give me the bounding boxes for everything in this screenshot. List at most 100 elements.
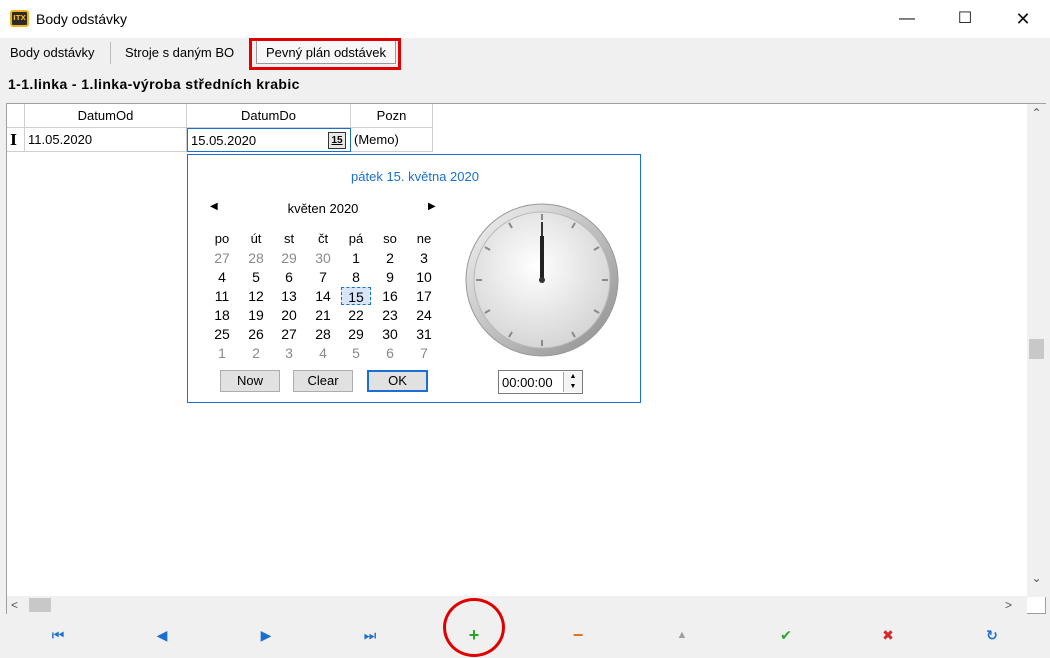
- time-up-icon[interactable]: ▲: [564, 372, 582, 382]
- calendar-day[interactable]: 3: [274, 344, 304, 362]
- time-down-icon[interactable]: ▼: [564, 382, 582, 392]
- post-record-icon[interactable]: ✔: [774, 626, 798, 644]
- column-header-datumdo[interactable]: DatumDo: [187, 104, 351, 128]
- calendar-day[interactable]: 9: [375, 268, 405, 286]
- prev-month-icon[interactable]: ◀: [210, 201, 218, 212]
- column-header-pozn[interactable]: Pozn: [351, 104, 433, 128]
- last-record-icon[interactable]: ⏭: [358, 626, 382, 644]
- weekday-label: pá: [348, 231, 364, 246]
- time-spinner[interactable]: ▲ ▼: [563, 372, 582, 392]
- calendar-day[interactable]: 5: [341, 344, 371, 362]
- scroll-up-icon[interactable]: ⌃: [1027, 106, 1046, 126]
- cell-datumod[interactable]: 11.05.2020: [25, 128, 187, 152]
- weekday-label: po: [214, 231, 230, 246]
- calendar-day[interactable]: 25: [207, 325, 237, 343]
- maximize-button[interactable]: ☐: [942, 0, 988, 38]
- edit-record-icon[interactable]: ▲: [670, 626, 694, 644]
- calendar-day[interactable]: 6: [274, 268, 304, 286]
- calendar-day[interactable]: 4: [207, 268, 237, 286]
- clock-icon: [465, 203, 619, 357]
- calendar-day[interactable]: 21: [308, 306, 338, 324]
- calendar-day[interactable]: 24: [409, 306, 439, 324]
- calendar-day[interactable]: 16: [375, 287, 405, 305]
- window: ITX Body odstávky — ☐ ✕ Body odstávky St…: [0, 0, 1050, 658]
- calendar-day[interactable]: 5: [241, 268, 271, 286]
- calendar-day[interactable]: 22: [341, 306, 371, 324]
- scroll-left-icon[interactable]: <: [11, 596, 27, 614]
- calendar-day[interactable]: 28: [308, 325, 338, 343]
- calendar-day[interactable]: 29: [341, 325, 371, 343]
- cell-datumdo-editor[interactable]: 15.05.2020: [187, 128, 351, 152]
- calendar-day[interactable]: 26: [241, 325, 271, 343]
- minimize-button[interactable]: —: [884, 0, 930, 38]
- clear-button[interactable]: Clear: [293, 370, 353, 392]
- column-header-datumod[interactable]: DatumOd: [25, 104, 187, 128]
- calendar-day[interactable]: 27: [207, 249, 237, 267]
- calendar-day[interactable]: 4: [308, 344, 338, 362]
- weekday-label: st: [283, 231, 295, 246]
- calendar-day[interactable]: 7: [409, 344, 439, 362]
- calendar-day[interactable]: 2: [241, 344, 271, 362]
- calendar-day[interactable]: 1: [207, 344, 237, 362]
- ok-button[interactable]: OK: [367, 370, 428, 392]
- calendar-day[interactable]: 29: [274, 249, 304, 267]
- calendar-day[interactable]: 8: [341, 268, 371, 286]
- calendar-day[interactable]: 20: [274, 306, 304, 324]
- calendar-day[interactable]: 28: [241, 249, 271, 267]
- calendar-day[interactable]: 3: [409, 249, 439, 267]
- cell-pozn[interactable]: (Memo): [351, 128, 433, 152]
- calendar-day[interactable]: 19: [241, 306, 271, 324]
- page-title: 1-1.linka - 1.linka-výroba středních kra…: [8, 76, 300, 92]
- vertical-scrollbar[interactable]: ⌃ ⌄: [1027, 104, 1046, 597]
- row-indicator[interactable]: I: [7, 128, 25, 152]
- calendar-day[interactable]: 17: [409, 287, 439, 305]
- horizontal-scroll-thumb[interactable]: [29, 598, 51, 612]
- month-title[interactable]: květen 2020: [248, 201, 398, 216]
- navigator-bar: ⏮ ◀ ▶ ⏭ + − ▲ ✔ ✖ ↻: [0, 616, 1050, 658]
- calendar-day[interactable]: 30: [375, 325, 405, 343]
- calendar-day[interactable]: 30: [308, 249, 338, 267]
- vertical-scroll-thumb[interactable]: [1029, 339, 1044, 359]
- cancel-record-icon[interactable]: ✖: [876, 626, 900, 644]
- highlight-circle: [443, 598, 505, 657]
- datetime-popup: pátek 15. května 2020 ◀ květen 2020 ▶ No…: [187, 154, 641, 403]
- now-button[interactable]: Now: [220, 370, 280, 392]
- calendar-day[interactable]: 6: [375, 344, 405, 362]
- calendar-day[interactable]: 14: [308, 287, 338, 305]
- first-record-icon[interactable]: ⏮: [46, 626, 70, 644]
- calendar-day[interactable]: 23: [375, 306, 405, 324]
- calendar-day[interactable]: 15: [341, 287, 371, 305]
- calendar-day[interactable]: 1: [341, 249, 371, 267]
- window-title: Body odstávky: [36, 11, 128, 27]
- scroll-down-icon[interactable]: ⌄: [1027, 571, 1046, 591]
- calendar-day[interactable]: 13: [274, 287, 304, 305]
- weekday-label: čt: [317, 231, 329, 246]
- horizontal-scrollbar[interactable]: < >: [7, 596, 1027, 614]
- highlight-box: [249, 38, 401, 70]
- app-icon: ITX: [10, 10, 29, 27]
- tab-divider: [110, 42, 111, 64]
- time-value: 00:00:00: [502, 375, 553, 390]
- calendar-day[interactable]: 10: [409, 268, 439, 286]
- next-month-icon[interactable]: ▶: [428, 201, 436, 212]
- calendar-day[interactable]: 12: [241, 287, 271, 305]
- scroll-right-icon[interactable]: >: [1005, 596, 1021, 614]
- next-record-icon[interactable]: ▶: [254, 626, 278, 644]
- delete-record-icon[interactable]: −: [566, 626, 590, 644]
- row-indicator-header: [7, 104, 25, 128]
- time-field[interactable]: 00:00:00 ▲ ▼: [498, 370, 583, 394]
- calendar-day[interactable]: 18: [207, 306, 237, 324]
- weekday-label: út: [250, 231, 262, 246]
- calendar-day[interactable]: 7: [308, 268, 338, 286]
- calendar-day[interactable]: 11: [207, 287, 237, 305]
- prev-record-icon[interactable]: ◀: [150, 626, 174, 644]
- calendar-day[interactable]: 31: [409, 325, 439, 343]
- calendar-day[interactable]: 2: [375, 249, 405, 267]
- tab-stroje[interactable]: Stroje s daným BO: [121, 41, 238, 65]
- selected-date-label[interactable]: pátek 15. května 2020: [188, 169, 642, 184]
- calendar-day[interactable]: 27: [274, 325, 304, 343]
- refresh-icon[interactable]: ↻: [980, 626, 1004, 644]
- calendar-icon[interactable]: 15: [328, 132, 346, 149]
- close-button[interactable]: ✕: [1000, 0, 1046, 38]
- tab-body-odstavky[interactable]: Body odstávky: [6, 41, 99, 65]
